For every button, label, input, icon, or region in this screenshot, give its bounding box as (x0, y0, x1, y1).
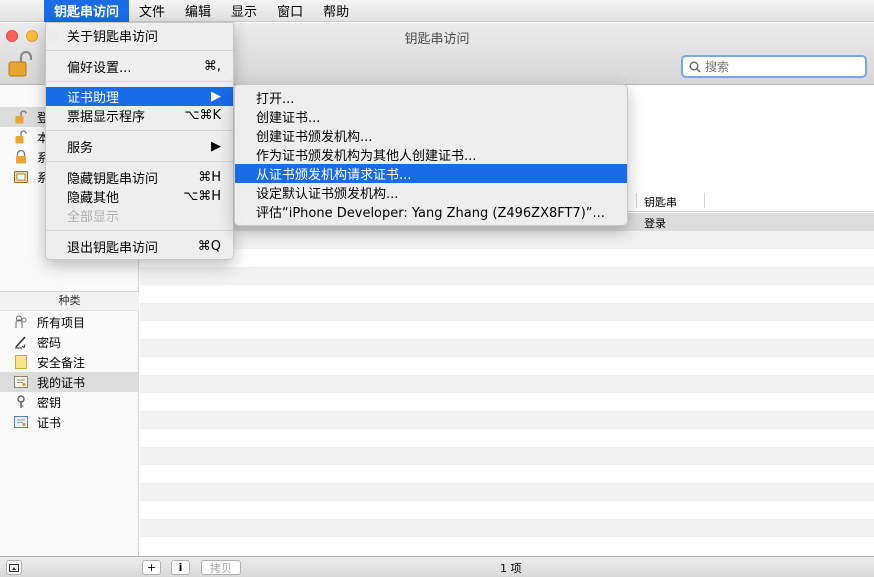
category-secure-notes[interactable]: 安全备注 (0, 352, 139, 372)
category-header: 种类 (0, 291, 139, 311)
table-row-empty (140, 483, 874, 501)
people-icon (14, 315, 28, 329)
menu-file[interactable]: 文件 (129, 0, 175, 22)
menu-item-evaluate[interactable]: 评估“iPhone Developer: Yang Zhang (Z496ZX8… (235, 202, 627, 221)
menu-item-hide-others[interactable]: 隐藏其他 ⌥⌘H (46, 187, 233, 206)
unlock-icon[interactable] (8, 51, 32, 79)
menu-separator (46, 161, 233, 162)
menu-item-hide-app[interactable]: 隐藏钥匙串访问 ⌘H (46, 168, 233, 187)
menu-item-show-all: 全部显示 (67, 210, 120, 225)
menu-item-services[interactable]: 服务 ▶ (46, 137, 233, 156)
menu-item-request-certificate[interactable]: 从证书颁发机构请求证书... (235, 164, 627, 183)
menu-item-create-ca[interactable]: 创建证书颁发机构... (235, 126, 627, 145)
cabinet-icon (14, 170, 28, 184)
menu-keychain-access[interactable]: 钥匙串访问 (44, 0, 130, 22)
table-row-empty (140, 447, 874, 465)
menu-item-preferences[interactable]: 偏好设置... ⌘, (46, 57, 233, 76)
category-all-items[interactable]: 所有项目 (0, 312, 139, 332)
menu-item-open[interactable]: 打开... (235, 88, 627, 107)
menu-edit[interactable]: 编辑 (175, 0, 221, 22)
category-passwords[interactable]: 密码 (0, 332, 139, 352)
bottom-bar: + i 拷贝 1 项 (0, 556, 874, 577)
search-icon (689, 61, 701, 73)
table-row-empty (140, 375, 874, 393)
menu-separator (46, 81, 233, 82)
certificate-icon (14, 415, 28, 429)
category-keys[interactable]: 密钥 (0, 392, 139, 412)
add-button[interactable]: + (142, 560, 161, 575)
menu-separator (46, 230, 233, 231)
copy-button[interactable]: 拷贝 (201, 560, 241, 575)
submenu-arrow-icon: ▶ (211, 139, 221, 154)
show-sidebar-button[interactable] (6, 560, 22, 575)
menu-item-set-default-ca[interactable]: 设定默认证书颁发机构... (235, 183, 627, 202)
submenu-arrow-icon: ▶ (211, 89, 221, 104)
menu-window[interactable]: 窗口 (267, 0, 313, 22)
menu-bar: 钥匙串访问 文件 编辑 显示 窗口 帮助 (0, 0, 874, 22)
search-input[interactable] (705, 59, 855, 74)
table-row-empty (140, 519, 874, 537)
category-certificates[interactable]: 证书 (0, 412, 139, 432)
info-button[interactable]: i (171, 560, 190, 575)
menu-separator (46, 50, 233, 51)
pen-icon (14, 335, 28, 349)
app-menu: 关于钥匙串访问 偏好设置... ⌘, 证书助理 ▶ 票据显示程序 ⌥⌘K 服务 … (45, 22, 234, 260)
unlock-icon (14, 110, 28, 124)
table-row-empty (140, 339, 874, 357)
column-divider (704, 193, 705, 208)
table-row-empty (140, 231, 874, 249)
note-icon (14, 355, 28, 369)
apple-menu[interactable] (0, 0, 44, 22)
category-my-certificates[interactable]: 我的证书 (0, 372, 139, 392)
menu-item-create-cert-for-others[interactable]: 作为证书颁发机构为其他人创建证书... (235, 145, 627, 164)
menu-item-about[interactable]: 关于钥匙串访问 (46, 26, 233, 45)
table-row-empty (140, 267, 874, 285)
search-field[interactable] (681, 55, 867, 78)
table-row-empty (140, 303, 874, 321)
column-divider (636, 193, 637, 208)
menu-separator (46, 130, 233, 131)
item-count: 1 项 (500, 562, 522, 575)
column-keychain[interactable]: 钥匙串 (644, 194, 677, 210)
unlock-icon (14, 130, 28, 144)
my-certificate-icon (14, 375, 28, 389)
menu-item-quit[interactable]: 退出钥匙串访问 ⌘Q (46, 237, 233, 256)
menu-item-ticket-viewer[interactable]: 票据显示程序 ⌥⌘K (46, 106, 233, 125)
menu-item-certificate-assistant[interactable]: 证书助理 ▶ (46, 87, 233, 106)
menu-view[interactable]: 显示 (221, 0, 267, 22)
menu-item-create-certificate[interactable]: 创建证书... (235, 107, 627, 126)
key-icon (14, 395, 28, 409)
sidebar-toggle-icon (9, 563, 19, 572)
certificate-assistant-submenu: 打开... 创建证书... 创建证书颁发机构... 作为证书颁发机构为其他人创建… (234, 84, 628, 226)
menu-help[interactable]: 帮助 (313, 0, 359, 22)
lock-icon (14, 150, 28, 164)
table-row-empty (140, 411, 874, 429)
